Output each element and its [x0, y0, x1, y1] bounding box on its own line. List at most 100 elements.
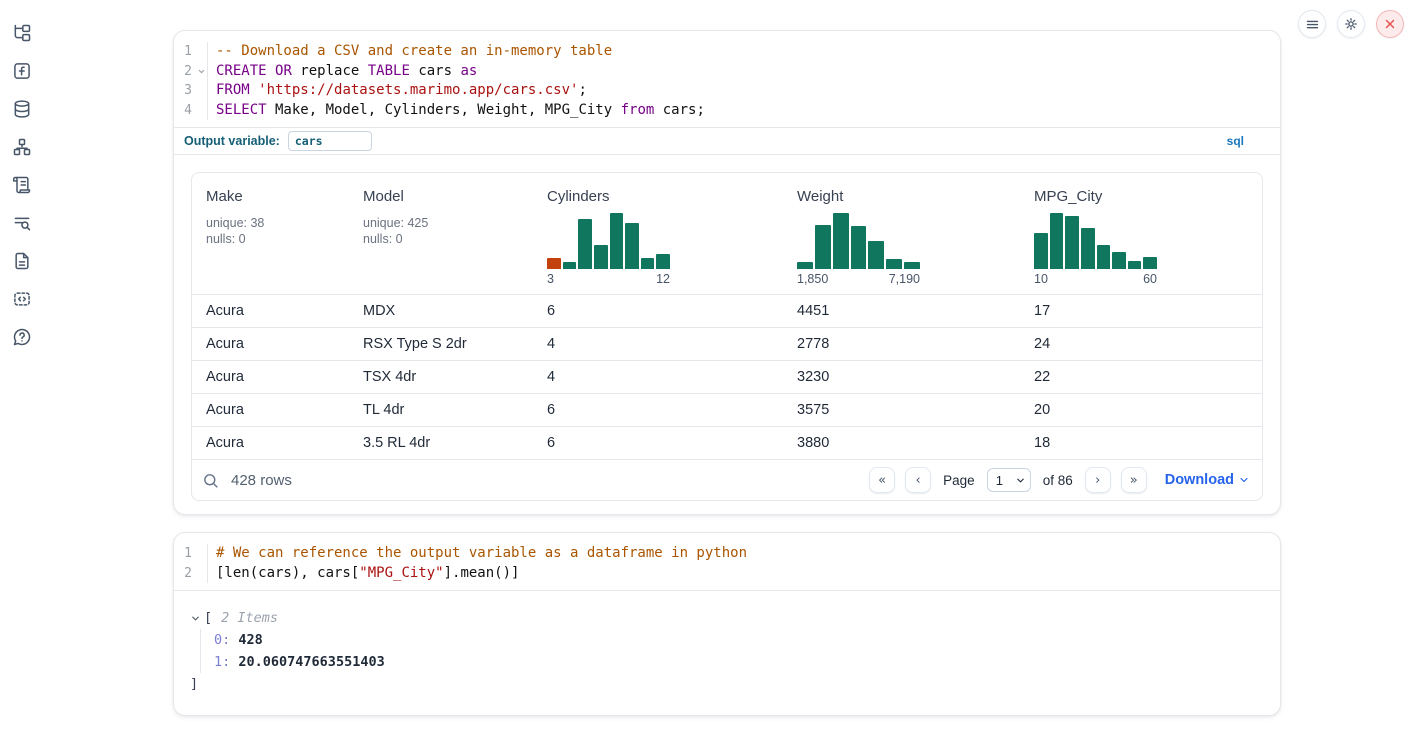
settings-button[interactable]	[1337, 10, 1365, 38]
column-label[interactable]: Weight	[797, 187, 1020, 207]
sidebar-item-functions[interactable]	[11, 60, 33, 82]
table-row[interactable]: AcuraTSX 4dr4323022	[192, 360, 1262, 393]
download-button[interactable]: Download	[1165, 472, 1250, 488]
fold-chevron-icon[interactable]	[195, 67, 207, 76]
code-line[interactable]: 3FROM 'https://datasets.marimo.app/cars.…	[174, 81, 1280, 101]
column-stat: nulls: 0	[363, 231, 533, 247]
close-icon	[1383, 17, 1397, 31]
table-row[interactable]: AcuraTL 4dr6357520	[192, 393, 1262, 426]
sidebar-item-logs[interactable]	[11, 212, 33, 234]
column-label[interactable]: Make	[206, 187, 349, 207]
table-header: Makeunique: 38nulls: 0Modelunique: 425nu…	[192, 173, 1262, 294]
code-token: replace	[292, 63, 368, 79]
code-text: -- Download a CSV and create an in-memor…	[208, 42, 612, 62]
output-variable-label: Output variable:	[184, 134, 280, 148]
tree-value: 20.060747663551403	[238, 654, 384, 670]
page-select[interactable]: 1	[987, 468, 1031, 492]
table-cell: 20	[1020, 402, 1262, 418]
table-cell: 24	[1020, 336, 1262, 352]
sidebar-item-scratchpad[interactable]	[11, 174, 33, 196]
code-line[interactable]: 1-- Download a CSV and create an in-memo…	[174, 42, 1280, 62]
sql-code-editor[interactable]: 1-- Download a CSV and create an in-memo…	[174, 31, 1280, 127]
last-page-button[interactable]: »	[1121, 467, 1147, 493]
histogram-bar	[641, 258, 655, 269]
table-cell: 3880	[783, 435, 1020, 451]
sql-cell: 1 -- Download a CSV and create an in-memo…	[173, 30, 1281, 515]
language-badge: sql	[1227, 134, 1270, 148]
tree-key: 1:	[214, 654, 230, 670]
table-cell: Acura	[192, 303, 349, 319]
column-stat: unique: 425	[363, 215, 533, 231]
first-page-button[interactable]: «	[869, 467, 895, 493]
prev-page-button[interactable]: ‹	[905, 467, 931, 493]
tree-value: 428	[238, 632, 262, 648]
histogram-bar	[656, 254, 670, 269]
table-cell: Acura	[192, 435, 349, 451]
histogram: 1,8507,190	[797, 213, 920, 286]
table-cell: 6	[533, 435, 783, 451]
next-page-button[interactable]: ›	[1085, 467, 1111, 493]
sidebar-item-datasources[interactable]	[11, 98, 33, 120]
column-label[interactable]: MPG_City	[1034, 187, 1262, 207]
column-label[interactable]: Cylinders	[547, 187, 783, 207]
sidebar	[0, 0, 44, 729]
code-snippet-icon	[12, 289, 32, 309]
code-line[interactable]: 2CREATE OR replace TABLE cars as	[174, 62, 1280, 82]
table-row[interactable]: Acura3.5 RL 4dr6388018	[192, 426, 1262, 459]
code-line[interactable]: 2[len(cars), cars["MPG_City"].mean()]	[174, 564, 1280, 584]
tree-entries: 0: 4281: 20.060747663551403	[200, 629, 1264, 673]
table-cell: 4	[533, 369, 783, 385]
code-line[interactable]: 1# We can reference the output variable …	[174, 544, 1280, 564]
gear-icon	[1343, 16, 1359, 32]
code-line[interactable]: 4SELECT Make, Model, Cylinders, Weight, …	[174, 101, 1280, 121]
code-token: cars;	[654, 102, 705, 118]
sidebar-item-documentation[interactable]	[11, 250, 33, 272]
scroll-icon	[12, 175, 32, 195]
histogram-bar	[1128, 261, 1142, 269]
tree-root: [ 2 Items	[190, 607, 1264, 629]
row-count: 428 rows	[231, 472, 292, 489]
column-label[interactable]: Model	[363, 187, 533, 207]
column-stat: nulls: 0	[206, 231, 349, 247]
output-variable-bar: Output variable: sql	[174, 127, 1280, 155]
shutdown-button[interactable]	[1376, 10, 1404, 38]
table-cell: 3230	[783, 369, 1020, 385]
hist-min-label: 1,850	[797, 272, 828, 286]
tree-entry[interactable]: 1: 20.060747663551403	[214, 651, 1264, 673]
output-variable-input[interactable]	[288, 131, 372, 151]
sql-cell-output: Makeunique: 38nulls: 0Modelunique: 425nu…	[174, 155, 1280, 514]
menu-button[interactable]	[1298, 10, 1326, 38]
sidebar-item-dependency-graph[interactable]	[11, 136, 33, 158]
column-header: Makeunique: 38nulls: 0	[192, 187, 349, 294]
histogram-labels: 1060	[1034, 272, 1157, 286]
table-cell: Acura	[192, 336, 349, 352]
search-icon[interactable]	[202, 472, 219, 489]
tree-entry[interactable]: 0: 428	[214, 629, 1264, 651]
python-code-editor[interactable]: 1# We can reference the output variable …	[174, 533, 1280, 591]
table-row[interactable]: AcuraMDX6445117	[192, 294, 1262, 327]
column-header: Weight 1,8507,190	[783, 187, 1020, 294]
table-body: AcuraMDX6445117AcuraRSX Type S 2dr427782…	[192, 294, 1262, 459]
sidebar-item-snippets[interactable]	[11, 288, 33, 310]
table-row[interactable]: AcuraRSX Type S 2dr4277824	[192, 327, 1262, 360]
histogram-bar	[815, 225, 831, 269]
table-cell: 6	[533, 402, 783, 418]
collapse-chevron-icon[interactable]	[190, 613, 201, 624]
table-cell: 3.5 RL 4dr	[349, 435, 533, 451]
sidebar-item-file-explorer[interactable]	[11, 22, 33, 44]
code-text: CREATE OR replace TABLE cars as	[208, 62, 477, 82]
histogram-bar	[1097, 245, 1111, 269]
line-number: 1	[174, 544, 195, 564]
histogram-bar	[1065, 216, 1079, 269]
close-bracket: ]	[190, 673, 1264, 695]
code-token	[267, 63, 275, 79]
tree-key: 0:	[214, 632, 230, 648]
line-number: 2	[174, 564, 195, 584]
hist-min-label: 3	[547, 272, 554, 286]
histogram-bar	[594, 245, 608, 269]
sidebar-item-help[interactable]	[11, 326, 33, 348]
table-cell: Acura	[192, 402, 349, 418]
code-token: SELECT	[216, 102, 267, 118]
histogram-labels: 312	[547, 272, 670, 286]
code-token: OR	[275, 63, 292, 79]
